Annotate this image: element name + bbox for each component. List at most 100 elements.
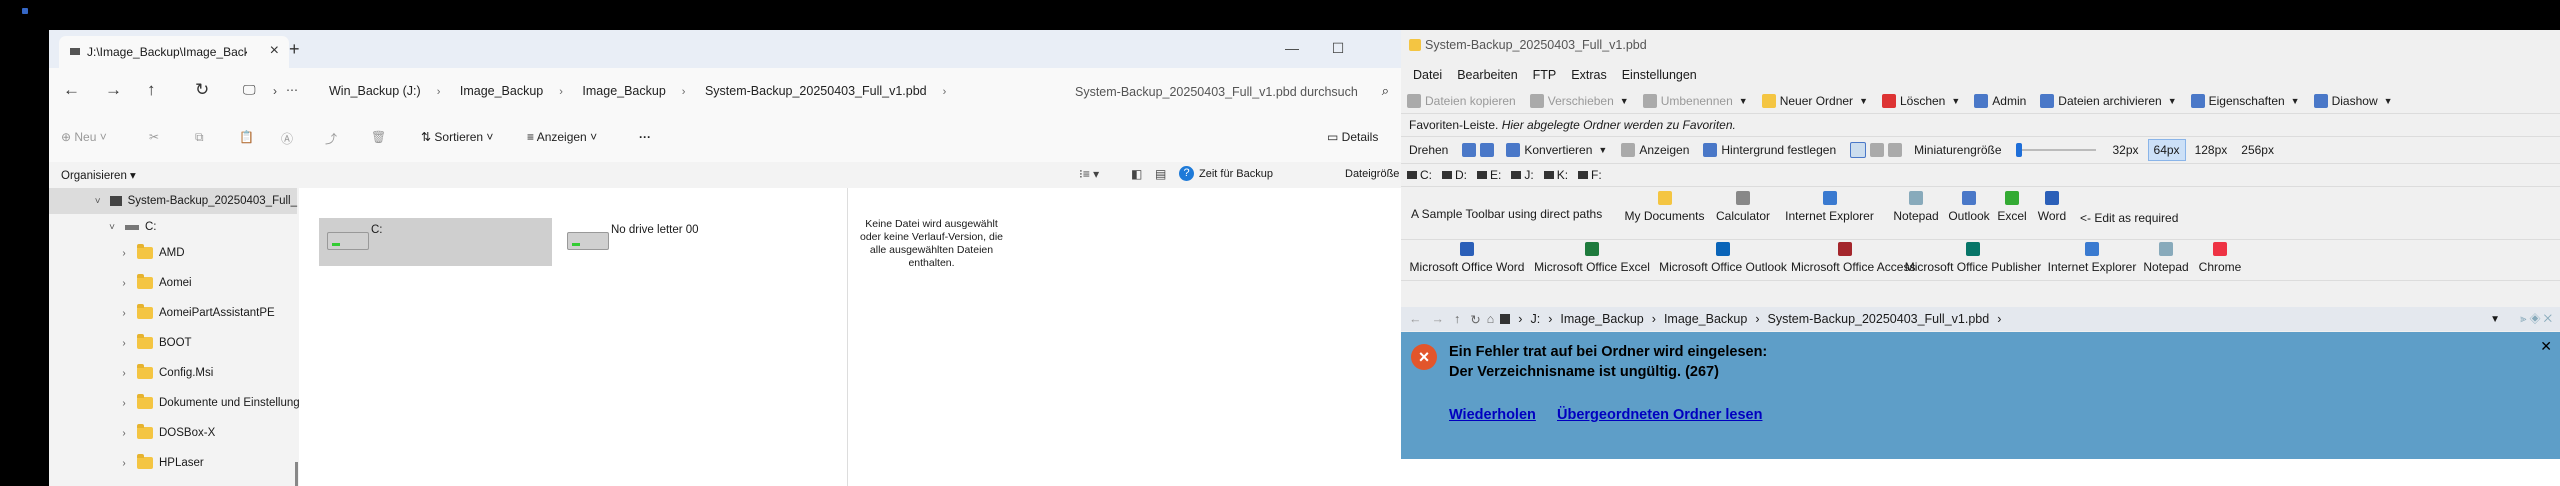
sample-toolbar-item[interactable]: Word	[2032, 191, 2072, 223]
archive-button[interactable]: Dateien archivieren ▼	[2040, 94, 2177, 108]
breadcrumb-item[interactable]: Image_Backup	[460, 84, 543, 98]
column-time[interactable]: Zeit für Backup	[1199, 168, 1273, 180]
rename-button[interactable]: Umbenennen ▼	[1642, 94, 1748, 108]
move-button[interactable]: Verschieben ▼	[1529, 94, 1629, 108]
drive-item-c[interactable]: C:	[319, 218, 552, 266]
tab-close-icon[interactable]: ×	[270, 42, 279, 60]
view-list-icon[interactable]	[1870, 143, 1885, 157]
wallpaper-button[interactable]: Hintergrund festlegen	[1703, 143, 1836, 157]
explorer-tab[interactable]: J:\Image_Backup\Image_Backu ×	[59, 36, 289, 68]
copy-icon[interactable]: ⧉	[195, 130, 204, 145]
chevron-right-icon[interactable]: ›	[117, 368, 131, 379]
path-dropdown-icon[interactable]: ▼	[2490, 314, 2500, 325]
organize-button[interactable]: Organisieren ▾	[61, 168, 136, 182]
path-extra-icons[interactable]: ⫸ ◈ ✕	[2520, 313, 2552, 326]
app-shortcut[interactable]: Microsoft Office Outlook	[1655, 242, 1791, 274]
tree-item-folder[interactable]: › Dokumente und Einstellungen	[49, 390, 312, 416]
view-details-icon[interactable]	[1888, 143, 1903, 157]
path-item[interactable]: J:	[1530, 312, 1540, 326]
menu-item[interactable]: Einstellungen	[1622, 68, 1697, 82]
sample-toolbar-item[interactable]: My Documents	[1616, 191, 1713, 223]
up-icon[interactable]: ↑	[1454, 312, 1460, 326]
chevron-right-icon[interactable]: ›	[117, 338, 131, 349]
sort-button[interactable]: ⇅ Sortieren ˅	[421, 130, 493, 144]
view-toggle-icon[interactable]: ⁝≡ ▾	[1079, 167, 1099, 181]
drive-button[interactable]: C:	[1407, 168, 1432, 182]
tree-item-folder[interactable]: › Aomei	[49, 270, 192, 296]
chevron-right-icon[interactable]: ›	[117, 428, 131, 439]
app-shortcut[interactable]: Notepad	[2137, 242, 2195, 274]
close-banner-icon[interactable]: ✕	[2540, 338, 2552, 355]
drive-button[interactable]: F:	[1578, 168, 1602, 182]
tree-item-folder[interactable]: › DOSBox-X	[49, 420, 215, 446]
maximize-icon[interactable]: ☐	[1315, 32, 1361, 64]
new-tab-icon[interactable]: +	[289, 39, 300, 60]
sample-toolbar-item[interactable]: Notepad	[1886, 191, 1946, 223]
app-shortcut[interactable]: Microsoft Office Word	[1405, 242, 1529, 274]
home-icon[interactable]: ⌂	[1487, 312, 1495, 326]
chevron-right-icon[interactable]: ›	[117, 278, 131, 289]
sample-toolbar-item[interactable]: Outlook	[1946, 191, 1992, 223]
back-icon[interactable]: ←	[1409, 312, 1422, 326]
preview-pane-icon[interactable]: ◧	[1131, 167, 1142, 181]
retry-link[interactable]: Wiederholen	[1449, 407, 1536, 423]
up-icon[interactable]: ↑	[147, 80, 156, 100]
paste-icon[interactable]: 📋	[239, 130, 254, 144]
tree-item-folder[interactable]: › BOOT	[49, 330, 192, 356]
tree-item-folder[interactable]: › Config.Msi	[49, 360, 213, 386]
thumbnail-size-option[interactable]: 64px	[2147, 139, 2186, 161]
list-view-icon[interactable]: ▤	[1155, 167, 1166, 181]
rotate-left-icon[interactable]	[1462, 143, 1477, 157]
delete-icon[interactable]: 🗑	[371, 130, 386, 144]
menu-item[interactable]: Datei	[1413, 68, 1442, 82]
share-icon[interactable]: ⤴	[325, 130, 337, 147]
forward-icon[interactable]: →	[1432, 312, 1445, 326]
tree-item-root[interactable]: ˅ System-Backup_20250403_Full_	[49, 188, 297, 214]
breadcrumb-chevron-icon[interactable]: ›	[273, 84, 277, 98]
view-button[interactable]: ≡ Anzeigen ˅	[527, 130, 597, 144]
thumbnail-size-option[interactable]: 128px	[2190, 140, 2233, 160]
tree-scrollbar[interactable]	[295, 462, 298, 486]
breadcrumb-item[interactable]: System-Backup_20250403_Full_v1.pbd	[705, 84, 927, 98]
app-shortcut[interactable]: Internet Explorer	[2047, 242, 2137, 274]
read-parent-link[interactable]: Übergeordneten Ordner lesen	[1557, 407, 1762, 423]
new-folder-button[interactable]: Neuer Ordner ▼	[1761, 94, 1868, 108]
pc-icon[interactable]: 🖵	[243, 82, 256, 98]
copy-files-button[interactable]: Dateien kopieren	[1407, 94, 1516, 108]
menu-item[interactable]: Extras	[1571, 68, 1606, 82]
refresh-icon[interactable]: ↻	[1470, 312, 1480, 327]
breadcrumb-item[interactable]: Image_Backup	[582, 84, 665, 98]
drive-button[interactable]: E:	[1477, 168, 1501, 182]
app-shortcut[interactable]: Microsoft Office Publisher	[1899, 242, 2047, 274]
chevron-right-icon[interactable]: ›	[117, 458, 131, 469]
convert-button[interactable]: Konvertieren ▼	[1506, 143, 1607, 157]
back-icon[interactable]: ←	[63, 80, 80, 100]
chevron-right-icon[interactable]: ›	[117, 398, 131, 409]
breadcrumb-item[interactable]: Win_Backup (J:)	[329, 84, 421, 98]
more-options-button[interactable]: ···	[639, 130, 651, 144]
sample-toolbar-item[interactable]: Calculator	[1713, 191, 1773, 223]
path-item[interactable]: System-Backup_20250403_Full_v1.pbd	[1768, 312, 1990, 326]
tree-item-drive[interactable]: ˅ C:	[49, 214, 156, 240]
view-thumbs-icon[interactable]	[1850, 142, 1867, 158]
column-size[interactable]: Dateigröße	[1345, 168, 1401, 180]
search-input[interactable]: System-Backup_20250403_Full_v1.pbd durch…	[1065, 76, 1395, 108]
help-icon[interactable]: ?	[1179, 166, 1194, 181]
overflow-icon[interactable]: ⋯	[286, 83, 298, 97]
show-button[interactable]: Anzeigen	[1621, 143, 1689, 157]
sample-toolbar-item[interactable]: Internet Explorer	[1773, 191, 1886, 223]
refresh-icon[interactable]: ↻	[195, 80, 209, 100]
menu-item[interactable]: Bearbeiten	[1457, 68, 1517, 82]
chevron-right-icon[interactable]: ›	[117, 308, 131, 319]
app-shortcut[interactable]: Microsoft Office Access	[1791, 242, 1915, 274]
thumbnail-size-slider[interactable]	[2015, 143, 2096, 157]
drive-button[interactable]: D:	[1442, 168, 1467, 182]
rename-icon[interactable]: Ⓐ	[281, 130, 293, 147]
chevron-right-icon[interactable]: ›	[117, 248, 131, 259]
path-item[interactable]: Image_Backup	[1664, 312, 1747, 326]
properties-button[interactable]: Eigenschaften ▼	[2190, 94, 2300, 108]
path-item[interactable]: Image_Backup	[1560, 312, 1643, 326]
app-shortcut[interactable]: Microsoft Office Excel	[1529, 242, 1655, 274]
app-shortcut[interactable]: Chrome	[2195, 242, 2245, 274]
drive-button[interactable]: K:	[1543, 168, 1568, 182]
